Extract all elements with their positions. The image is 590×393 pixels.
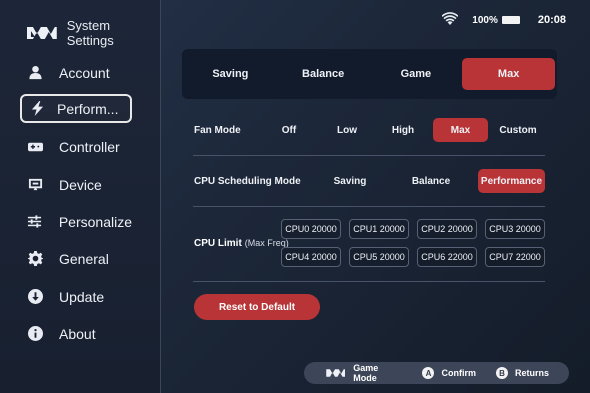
sidebar-item-general[interactable]: General (20, 244, 132, 273)
sidebar-item-label: Update (59, 288, 105, 305)
fan-option-max[interactable]: Max (433, 118, 488, 142)
sidebar-item-label: Device (59, 176, 102, 193)
divider (193, 281, 545, 282)
person-icon (27, 65, 43, 81)
preset-max[interactable]: Max (462, 58, 555, 90)
cpu-scheduling-label: CPU Scheduling Mode (194, 176, 301, 187)
battery-percent: 100% (472, 14, 498, 26)
scheduling-option-performance[interactable]: Performance (478, 169, 545, 193)
cpu-limit-label: CPU Limit (Max Freq) (194, 238, 289, 249)
footer-hints: Game Mode A Confirm B Returns (304, 362, 569, 384)
sidebar-item-label: General (59, 250, 109, 267)
app-title: System Settings (66, 18, 114, 48)
wifi-icon (441, 12, 459, 28)
cpu-limit-cpu3[interactable]: CPU3 20000 (485, 219, 545, 239)
sidebar-item-update[interactable]: Update (20, 282, 132, 311)
fan-option-low[interactable]: Low (328, 118, 366, 142)
hint-game-mode[interactable]: Game Mode (325, 363, 402, 383)
sidebar-item-device[interactable]: Device (20, 170, 132, 199)
download-circle-icon (27, 289, 43, 305)
brand-logo-icon (26, 27, 57, 39)
preset-balance[interactable]: Balance (277, 58, 370, 90)
sidebar-item-label: Perform... (57, 100, 119, 117)
sidebar-item-personalize[interactable]: Personalize (20, 207, 132, 236)
scheduling-option-balance[interactable]: Balance (404, 169, 458, 193)
brand-logo-icon (326, 369, 345, 377)
a-button-icon: A (422, 367, 435, 379)
performance-preset-selector: Saving Balance Game Max (182, 49, 557, 99)
sidebar: System Settings Account Perform... Contr… (0, 0, 161, 393)
clock: 20:08 (537, 14, 566, 26)
cpu-limit-title: CPU Limit (194, 238, 242, 249)
sidebar-item-about[interactable]: About (20, 319, 132, 348)
status-bar: 100% 20:08 (441, 12, 566, 28)
fan-option-off[interactable]: Off (270, 118, 308, 142)
battery-icon (501, 16, 520, 24)
reset-to-default-button[interactable]: Reset to Default (194, 294, 320, 320)
hint-label: Confirm (441, 368, 476, 378)
sidebar-item-label: Controller (59, 138, 120, 155)
preset-saving[interactable]: Saving (184, 58, 277, 90)
hint-label: Game Mode (353, 363, 379, 383)
sidebar-item-label: Personalize (58, 213, 132, 230)
hint-confirm[interactable]: A Confirm (422, 367, 476, 379)
b-button-icon: B (495, 367, 508, 379)
fan-option-custom[interactable]: Custom (494, 118, 542, 142)
preset-game[interactable]: Game (370, 58, 463, 90)
gear-icon (27, 251, 43, 267)
gamepad-icon (27, 139, 43, 155)
sliders-icon (27, 214, 43, 230)
info-icon (27, 326, 43, 342)
cpu-limit-cpu0[interactable]: CPU0 20000 (281, 219, 341, 239)
hint-label: Returns (514, 368, 549, 378)
cpu-limit-cpu1[interactable]: CPU1 20000 (349, 219, 409, 239)
cpu-limit-cpu2[interactable]: CPU2 20000 (417, 219, 477, 239)
fan-option-high[interactable]: High (384, 118, 422, 142)
brand: System Settings (26, 18, 160, 48)
device-icon (27, 177, 43, 193)
sidebar-item-performance[interactable]: Perform... (20, 94, 132, 123)
cpu-limit-cpu4[interactable]: CPU4 20000 (281, 247, 341, 267)
lightning-icon (29, 101, 45, 117)
divider (193, 155, 545, 156)
divider (193, 206, 545, 207)
cpu-limit-cpu7[interactable]: CPU7 22000 (485, 247, 545, 267)
fan-mode-label: Fan Mode (194, 125, 241, 136)
hint-returns[interactable]: B Returns (495, 367, 549, 379)
cpu-limit-cpu6[interactable]: CPU6 22000 (417, 247, 477, 267)
sidebar-item-controller[interactable]: Controller (20, 132, 132, 161)
sidebar-item-account[interactable]: Account (20, 58, 132, 87)
scheduling-option-saving[interactable]: Saving (325, 169, 375, 193)
sidebar-item-label: Account (59, 64, 110, 81)
cpu-limit-cpu5[interactable]: CPU5 20000 (349, 247, 409, 267)
sidebar-item-label: About (59, 325, 96, 342)
